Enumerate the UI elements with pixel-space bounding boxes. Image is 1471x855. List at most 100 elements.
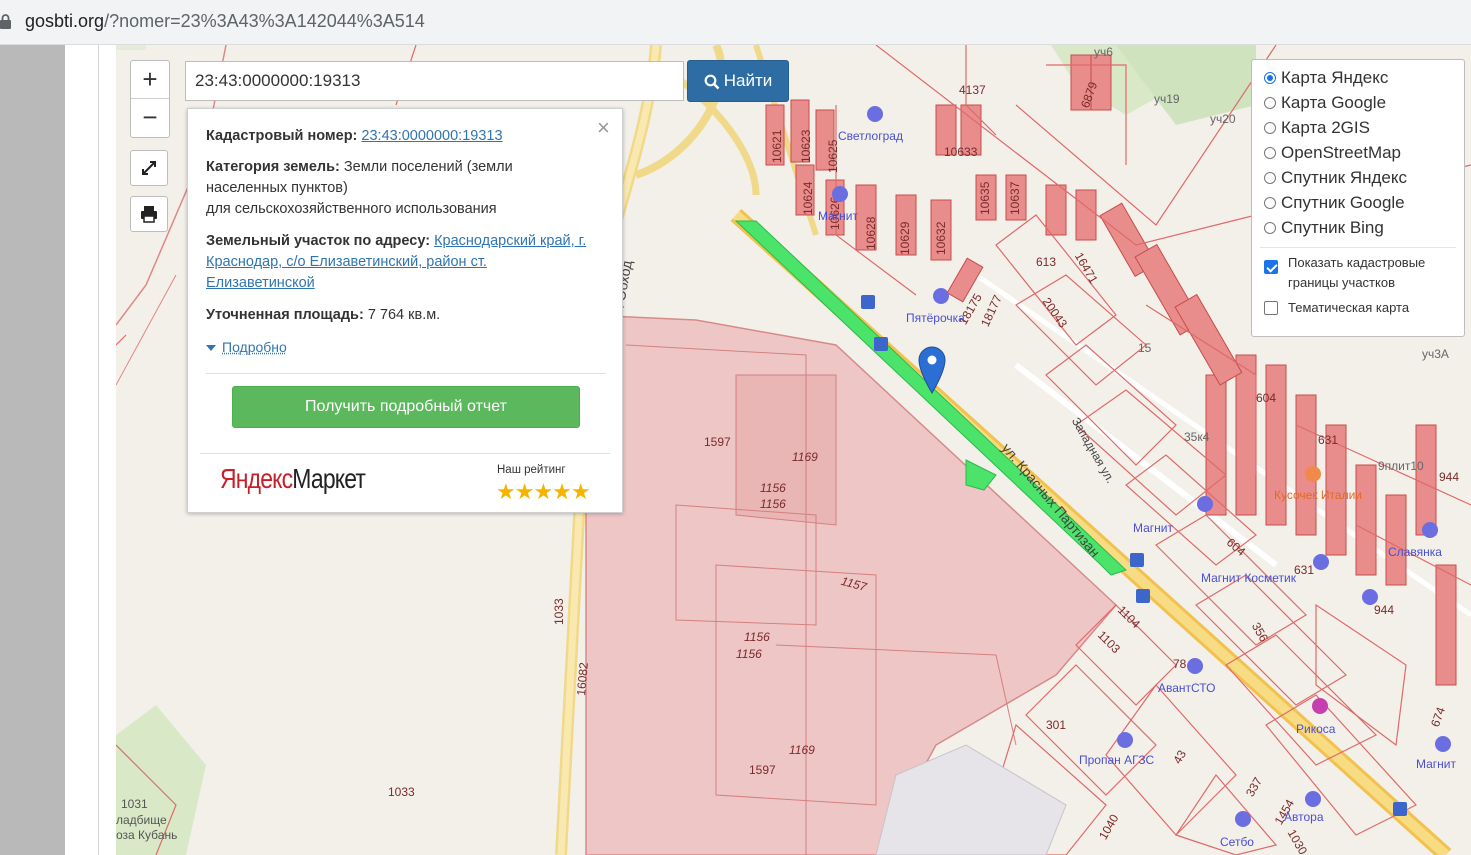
show-borders-label: Показать кадастровые границы участков (1288, 255, 1426, 290)
radio-button[interactable] (1264, 172, 1276, 184)
radio-button[interactable] (1264, 222, 1276, 234)
fullscreen-button[interactable] (130, 150, 168, 186)
zoom-in-button[interactable]: + (131, 61, 169, 99)
get-report-button[interactable]: Получить подробный отчет (232, 386, 580, 428)
parcel-number: 1156 (744, 630, 770, 644)
parcel-number: 1033 (552, 598, 566, 625)
parcel-number: 1156 (736, 647, 762, 661)
address-label: Земельный участок по адресу: (206, 233, 431, 249)
shop-icon (867, 106, 883, 122)
shop-icon (933, 288, 949, 304)
cadastral-number-label: Кадастровый номер: (206, 128, 358, 144)
parcel-number: 4137 (959, 83, 986, 97)
layer-label: Спутник Google (1281, 193, 1405, 212)
address-link[interactable]: Елизаветинской (206, 275, 315, 291)
zoom-control: + − (130, 60, 170, 138)
parcel-number: 631 (1318, 433, 1339, 447)
address-link[interactable]: Краснодарский край, г. (434, 233, 586, 249)
thematic-map-checkbox[interactable] (1264, 301, 1278, 315)
shop-icon (1197, 496, 1213, 512)
show-borders-checkbox[interactable] (1264, 260, 1278, 274)
radio-button[interactable] (1264, 97, 1276, 109)
parcel-number: 10629 (898, 221, 912, 255)
cadastral-search-input[interactable]: 23:43:0000000:19313 (185, 61, 684, 101)
rating-stars: ★★★★★ (496, 479, 591, 504)
bus-stop-icon (861, 295, 875, 309)
bus-stop-icon (1136, 589, 1150, 603)
brand-market: Маркет (292, 463, 366, 494)
radio-button[interactable] (1264, 197, 1276, 209)
address-link[interactable]: Краснодар, с/о Елизаветинский, район ст. (206, 254, 487, 270)
radio-button[interactable] (1264, 147, 1276, 159)
gas-station-icon (1117, 732, 1133, 748)
layer-option-yandex-map[interactable]: Карта Яндекс (1264, 68, 1388, 88)
shop-icon (1313, 554, 1329, 570)
url-text[interactable]: gosbti.org/?nomer=23%3A43%3A142044%3A514 (25, 11, 425, 32)
browser-address-bar[interactable]: gosbti.org/?nomer=23%3A43%3A142044%3A514 (0, 0, 1471, 45)
divider (206, 373, 606, 374)
parcel-number: 10632 (934, 221, 948, 255)
parcel-number: уч6 (1094, 45, 1113, 59)
printer-icon (141, 206, 157, 223)
layer-label: OpenStreetMap (1281, 143, 1402, 162)
yandex-market-logo[interactable]: ЯндексМаркет (220, 463, 366, 495)
poi-label: Магнит (1416, 757, 1457, 771)
parcel-number: 10633 (944, 145, 978, 159)
parcel-number: 1156 (760, 497, 786, 511)
parcel-number: уч19 (1154, 92, 1180, 106)
bus-stop-icon (1130, 553, 1144, 567)
parcel-number: 10621 (770, 129, 784, 163)
parcel-number: 10624 (801, 181, 815, 215)
divider (1260, 247, 1456, 248)
layer-option-google-map[interactable]: Карта Google (1264, 93, 1386, 113)
land-category-value: Земли поселений (земли (343, 159, 513, 175)
parcel-number: 1169 (792, 450, 818, 464)
caret-down-icon (206, 345, 216, 352)
restaurant-icon (1305, 466, 1321, 482)
rating-label: Наш рейтинг (497, 464, 566, 476)
service-icon (1187, 658, 1203, 674)
parcel-number: 10623 (799, 129, 813, 163)
cadastral-number-link[interactable]: 23:43:0000000:19313 (361, 128, 502, 144)
shop-icon (1235, 811, 1251, 827)
poi-label: Автора (1284, 810, 1324, 824)
layer-option-google-satellite[interactable]: Спутник Google (1264, 193, 1405, 213)
parcel-number: 15 (1138, 341, 1152, 355)
expand-icon (142, 161, 156, 175)
layer-label: Спутник Яндекс (1281, 168, 1407, 187)
parcel-number: 301 (1046, 718, 1067, 732)
poi-label: Светлоград (838, 129, 903, 143)
area-field: Уточненная площадь: 7 764 кв.м. (206, 305, 606, 326)
parcel-number: 9плит10 (1378, 459, 1424, 473)
layer-label: Карта Яндекс (1281, 68, 1389, 87)
poi-label: Пятёрочка (906, 311, 965, 325)
parcel-number: уч3А (1422, 347, 1449, 361)
layer-option-yandex-satellite[interactable]: Спутник Яндекс (1264, 168, 1407, 188)
parcel-number: 604 (1256, 391, 1277, 405)
poi-label: Кусочек Италии (1274, 488, 1362, 502)
poi-label: Славянка (1388, 545, 1442, 559)
layer-option-openstreetmap[interactable]: OpenStreetMap (1264, 143, 1401, 163)
location-marker-icon[interactable] (917, 344, 947, 394)
divider (200, 453, 610, 454)
shop-icon (1362, 589, 1378, 605)
parcel-number: 944 (1439, 470, 1460, 484)
cemetery-label: ладбище оза Кубань (116, 813, 178, 842)
parcel-number: 613 (1036, 255, 1057, 269)
parcel-number: 16082 (574, 661, 591, 697)
layer-option-2gis-map[interactable]: Карта 2GIS (1264, 118, 1370, 138)
parcel-number: 10635 (978, 181, 992, 215)
parcel-number: 1169 (789, 743, 815, 757)
map-layer-panel: Карта Яндекс Карта Google Карта 2GIS Ope… (1251, 59, 1465, 337)
parcel-number: 1156 (760, 481, 786, 495)
parcel-number: 10637 (1008, 181, 1022, 215)
radio-button[interactable] (1264, 122, 1276, 134)
details-toggle[interactable]: Подробно (206, 339, 287, 355)
cadastral-number-field: Кадастровый номер: 23:43:0000000:19313 (206, 126, 606, 147)
layer-option-bing-satellite[interactable]: Спутник Bing (1264, 218, 1384, 238)
zoom-out-button[interactable]: − (131, 99, 169, 136)
page-background-left (0, 45, 65, 855)
print-button[interactable] (130, 196, 168, 232)
radio-button[interactable] (1264, 72, 1276, 84)
search-button[interactable]: Найти (687, 60, 789, 102)
